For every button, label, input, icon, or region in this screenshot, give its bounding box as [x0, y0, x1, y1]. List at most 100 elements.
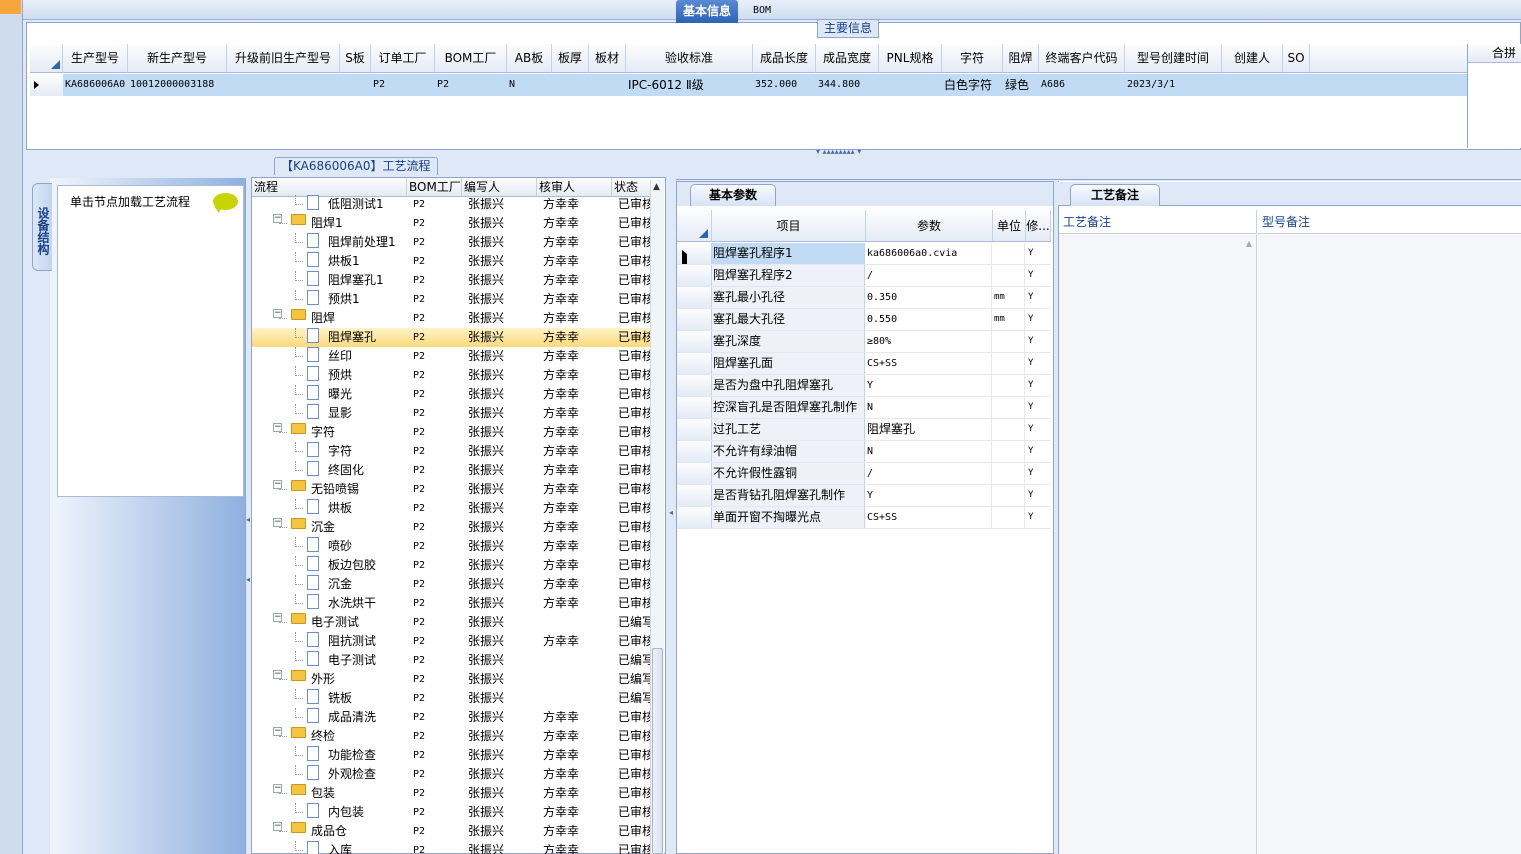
tree-node[interactable]: 阻抗测试 P2 张振兴 方幸幸 已审核	[252, 632, 650, 651]
collapse-left-icon[interactable]: ◂	[246, 515, 250, 524]
param-value[interactable]: CS+SS	[865, 353, 992, 374]
param-row[interactable]: 塞孔最大孔径 0.550 mm Y	[677, 309, 1051, 331]
collapse-node-icon[interactable]: −	[273, 480, 282, 489]
row-indicator[interactable]	[677, 287, 712, 308]
tree-node[interactable]: − 成品仓 P2 张振兴 方幸幸 已审核	[252, 822, 650, 841]
grid-cell[interactable]: N	[507, 74, 552, 96]
param-row[interactable]: 过孔工艺 阻焊塞孔 Y	[677, 419, 1051, 441]
param-row[interactable]: 是否为盘中孔阻焊塞孔 Y Y	[677, 375, 1051, 397]
grid-cell[interactable]	[879, 74, 942, 96]
tree-node[interactable]: 喷砂 P2 张振兴 方幸幸 已审核	[252, 537, 650, 556]
param-row[interactable]: 塞孔最小孔径 0.350 mm Y	[677, 287, 1051, 309]
row-indicator[interactable]	[677, 419, 712, 440]
row-indicator[interactable]	[677, 243, 712, 264]
param-value[interactable]: N	[865, 441, 992, 462]
param-col-header[interactable]: 单位	[993, 210, 1026, 242]
tree-node[interactable]: − 外形 P2 张振兴 已编写	[252, 670, 650, 689]
tree-scrollbar-thumb[interactable]	[652, 648, 663, 854]
param-value[interactable]: ≥80%	[865, 331, 992, 352]
col-header[interactable]: 终端客户代码	[1039, 44, 1125, 73]
row-indicator[interactable]	[677, 397, 712, 418]
param-col-header[interactable]: 参数	[866, 210, 993, 242]
param-row[interactable]: 不允许有绿油帽 N Y	[677, 441, 1051, 463]
process-note-textarea[interactable]: ▲	[1059, 235, 1257, 854]
grid-cell[interactable]	[552, 74, 589, 96]
col-header[interactable]: 阻焊	[1003, 44, 1039, 73]
tab-basic-params[interactable]: 基本参数	[690, 184, 776, 206]
col-header[interactable]: 升级前旧生产型号	[227, 44, 340, 73]
tree-node[interactable]: − 包装 P2 张振兴 方幸幸 已审核	[252, 784, 650, 803]
row-indicator[interactable]	[677, 353, 712, 374]
tree-node[interactable]: 烘板 P2 张振兴 方幸幸 已审核	[252, 499, 650, 518]
collapse-node-icon[interactable]: −	[273, 518, 282, 527]
tree-node[interactable]: 曝光 P2 张振兴 方幸幸 已审核	[252, 385, 650, 404]
tree-node[interactable]: 板边包胶 P2 张振兴 方幸幸 已审核	[252, 556, 650, 575]
collapse-node-icon[interactable]: −	[273, 727, 282, 736]
collapse-right-icon[interactable]: ◂	[669, 508, 673, 517]
param-value[interactable]: 阻焊塞孔	[865, 419, 992, 440]
tree-node[interactable]: 预烘 P2 张振兴 方幸幸 已审核	[252, 366, 650, 385]
grid-cell[interactable]	[1283, 74, 1310, 96]
collapse-left-icon-2[interactable]: ◂	[246, 575, 250, 584]
param-row[interactable]: 是否背钻孔阻焊塞孔制作 Y Y	[677, 485, 1051, 507]
grid-cell[interactable]: 10012000003188	[128, 74, 227, 96]
param-value[interactable]: CS+SS	[865, 507, 992, 528]
grid-cell[interactable]: A686	[1039, 74, 1125, 96]
col-header[interactable]: 订单工厂	[371, 44, 435, 73]
dock-tab-indicator[interactable]	[0, 0, 21, 14]
tree-node[interactable]: 成品清洗 P2 张振兴 方幸幸 已审核	[252, 708, 650, 727]
tree-node[interactable]: 沉金 P2 张振兴 方幸幸 已审核	[252, 575, 650, 594]
param-row[interactable]: 单面开窗不掏曝光点 CS+SS Y	[677, 507, 1051, 529]
tab-process-notes[interactable]: 工艺备注	[1070, 184, 1160, 206]
collapse-node-icon[interactable]: −	[273, 822, 282, 831]
grid-cell[interactable]	[227, 74, 340, 96]
col-header[interactable]: 验收标准	[626, 44, 753, 73]
col-header[interactable]: 新生产型号	[128, 44, 227, 73]
tree-node[interactable]: 阻焊塞孔1 P2 张振兴 方幸幸 已审核	[252, 271, 650, 290]
tree-node[interactable]: 终固化 P2 张振兴 方幸幸 已审核	[252, 461, 650, 480]
scroll-up-icon[interactable]: ▲	[653, 182, 660, 192]
grid-cell[interactable]	[1222, 74, 1283, 96]
grid-cell[interactable]	[589, 74, 626, 96]
tree-node[interactable]: 铣板 P2 张振兴 已编写	[252, 689, 650, 708]
row-indicator[interactable]	[677, 485, 712, 506]
tab-equipment-structure[interactable]: 设备结构	[32, 183, 52, 271]
param-row[interactable]: 控深盲孔是否阻焊塞孔制作 N Y	[677, 397, 1051, 419]
param-value[interactable]: 0.550	[865, 309, 992, 330]
param-value[interactable]: Y	[865, 375, 992, 396]
grid-cell[interactable]: KA686006A0	[63, 74, 128, 96]
grid-cell[interactable]: 2023/3/1	[1125, 74, 1222, 96]
tree-node[interactable]: 水洗烘干 P2 张振兴 方幸幸 已审核	[252, 594, 650, 613]
collapse-node-icon[interactable]: −	[273, 670, 282, 679]
param-value[interactable]: /	[865, 463, 992, 484]
tree-node[interactable]: 丝印 P2 张振兴 方幸幸 已审核	[252, 347, 650, 366]
tree-node[interactable]: 电子测试 P2 张振兴 已编写	[252, 651, 650, 670]
col-header[interactable]: 板材	[589, 44, 626, 73]
param-row[interactable]: 不允许假性露铜 / Y	[677, 463, 1051, 485]
col-header[interactable]: 板厚	[552, 44, 589, 73]
collapse-node-icon[interactable]: −	[273, 613, 282, 622]
grid-cell[interactable]: 白色字符	[942, 74, 1003, 96]
tree-node[interactable]: − 电子测试 P2 张振兴 已编写	[252, 613, 650, 632]
collapse-node-icon[interactable]: −	[273, 423, 282, 432]
col-header[interactable]: 字符	[942, 44, 1003, 73]
tree-node[interactable]: − 终检 P2 张振兴 方幸幸 已审核	[252, 727, 650, 746]
grid-cell[interactable]: P2	[371, 74, 435, 96]
tree-node[interactable]: 烘板1 P2 张振兴 方幸幸 已审核	[252, 252, 650, 271]
col-header[interactable]: S板	[340, 44, 371, 73]
col-header[interactable]: PNL规格	[879, 44, 942, 73]
tab-bom[interactable]: BOM	[746, 0, 778, 23]
tree-node[interactable]: 字符 P2 张振兴 方幸幸 已审核	[252, 442, 650, 461]
tree-node[interactable]: − 沉金 P2 张振兴 方幸幸 已审核	[252, 518, 650, 537]
param-value[interactable]: 0.350	[865, 287, 992, 308]
collapse-node-icon[interactable]: −	[273, 309, 282, 318]
row-indicator[interactable]	[677, 463, 712, 484]
param-row[interactable]: 阻焊塞孔程序2/ Y	[677, 265, 1051, 287]
tree-node[interactable]: − 阻焊1 P2 张振兴 方幸幸 已审核	[252, 214, 650, 233]
grid-cell[interactable]: 352.000	[753, 74, 816, 96]
col-header[interactable]: 成品长度	[753, 44, 816, 73]
tree-node[interactable]: 低阻测试1 P2 张振兴 方幸幸 已审核	[252, 195, 650, 214]
row-indicator[interactable]	[677, 441, 712, 462]
row-indicator[interactable]	[677, 331, 712, 352]
param-value[interactable]: N	[865, 397, 992, 418]
